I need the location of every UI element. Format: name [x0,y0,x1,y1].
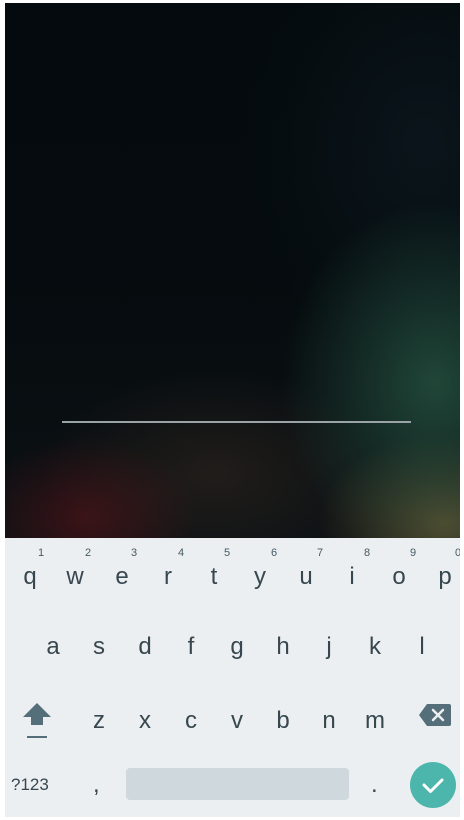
key-y[interactable]: y [242,565,278,589]
enter-key[interactable] [410,762,456,808]
key-w[interactable]: w [57,565,93,589]
key-hint: 6 [270,547,278,559]
key-j[interactable]: j [311,635,347,659]
period-key[interactable]: . [371,771,378,799]
key-i[interactable]: i [334,565,370,589]
key-hint: 1 [37,547,45,559]
key-r[interactable]: r [150,565,186,589]
key-g[interactable]: g [219,635,255,659]
key-d[interactable]: d [127,635,163,659]
key-a[interactable]: a [35,635,71,659]
key-m[interactable]: m [357,709,393,733]
key-b[interactable]: b [265,709,301,733]
lock-screen: 1 q 2 w 3 e 4 r 5 t 6 y 7 u 8 i 9 o 0 p … [5,3,460,817]
shift-key[interactable] [21,698,53,740]
backspace-key[interactable] [418,703,452,727]
key-e[interactable]: e [104,565,140,589]
wallpaper [5,3,460,538]
key-o[interactable]: o [381,565,417,589]
symbols-key[interactable]: ?123 [11,775,49,795]
key-z[interactable]: z [81,709,117,733]
key-h[interactable]: h [265,635,301,659]
key-v[interactable]: v [219,709,255,733]
shift-arrow-icon [23,703,51,738]
key-hint: 4 [177,547,185,559]
pin-entry-field[interactable] [62,421,411,423]
key-hint: 0 [454,547,460,559]
key-l[interactable]: l [404,635,440,659]
key-hint: 5 [223,547,231,559]
key-hint: 2 [84,547,92,559]
key-n[interactable]: n [311,709,347,733]
key-hint: 7 [316,547,324,559]
key-u[interactable]: u [288,565,324,589]
key-t[interactable]: t [196,565,232,589]
key-c[interactable]: c [173,709,209,733]
key-s[interactable]: s [81,635,117,659]
key-hint: 8 [363,547,371,559]
key-hint: 9 [409,547,417,559]
comma-key[interactable]: , [93,771,100,799]
space-bar[interactable] [126,768,349,800]
key-hint: 3 [130,547,138,559]
key-k[interactable]: k [357,635,393,659]
key-f[interactable]: f [173,635,209,659]
checkmark-icon [422,778,444,793]
key-p[interactable]: p [427,565,460,589]
key-x[interactable]: x [127,709,163,733]
soft-keyboard: 1 q 2 w 3 e 4 r 5 t 6 y 7 u 8 i 9 o 0 p … [5,538,460,817]
backspace-icon [419,704,451,726]
key-q[interactable]: q [12,565,48,589]
